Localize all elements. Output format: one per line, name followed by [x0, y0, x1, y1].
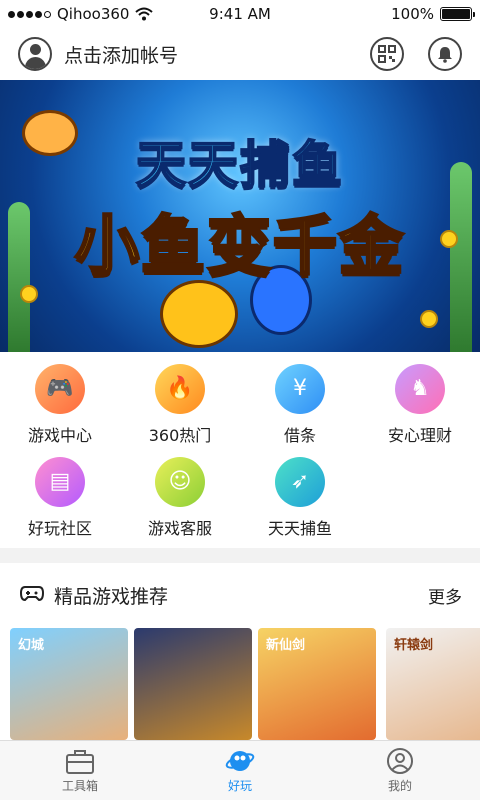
toolbox-icon [66, 750, 94, 774]
shortcut-item[interactable]: ☺ 游戏客服 [120, 457, 240, 539]
banner-slogan: 小鱼变千金 [74, 209, 405, 286]
status-right: 100% [391, 5, 475, 23]
shortcut-item[interactable]: 🎮 游戏中心 [0, 364, 120, 446]
shortcut-label: 360热门 [148, 426, 212, 445]
game-card-title: 轩辕剑 [394, 638, 434, 653]
game-card-title: 新仙剑 [266, 638, 306, 653]
game-card[interactable] [134, 628, 252, 740]
planet-icon [225, 751, 255, 771]
user-avatar-icon[interactable] [18, 37, 52, 71]
profile-icon [387, 748, 413, 774]
yellow-fish-decoration [160, 280, 238, 348]
tab-label: 我的 [387, 779, 412, 793]
qr-code-button[interactable] [370, 37, 404, 71]
icon-glyph: 🔥 [166, 376, 194, 401]
gamepad-outline-icon [20, 586, 44, 602]
banner-title: 天天捕鱼 [135, 135, 344, 195]
horse-icon: ♞ [395, 364, 445, 414]
shortcut-item[interactable]: ♞ 安心理财 [360, 364, 480, 446]
rocket-icon: ➶ [275, 457, 325, 507]
tab-bar: 工具箱 好玩 我的 [0, 740, 480, 800]
tab-fun[interactable]: 好玩 [160, 741, 320, 800]
tab-mine[interactable]: 我的 [320, 741, 480, 800]
shortcut-label: 好玩社区 [27, 519, 92, 538]
tab-toolbox[interactable]: 工具箱 [0, 741, 160, 800]
add-account-link[interactable]: 点击添加帐号 [64, 41, 178, 68]
battery-percent: 100% [391, 5, 434, 23]
headset-icon: ☺ [155, 457, 205, 507]
qr-code-icon [378, 45, 396, 63]
fire-icon: 🔥 [155, 364, 205, 414]
status-bar: Qihoo360 9:41 AM 100% [0, 0, 480, 28]
icon-glyph: ¥ [293, 376, 307, 401]
game-card-title: 幻城 [18, 638, 45, 653]
yen-icon: ¥ [275, 364, 325, 414]
icon-glyph: ▤ [49, 469, 71, 494]
shortcut-item[interactable]: ▤ 好玩社区 [0, 457, 120, 539]
tab-label: 工具箱 [61, 779, 98, 793]
notification-button[interactable] [428, 37, 462, 71]
battery-fill [442, 9, 470, 19]
shortcut-label: 安心理财 [387, 426, 452, 445]
shortcut-label: 借条 [283, 426, 316, 445]
gamepad-icon: 🎮 [35, 364, 85, 414]
game-card[interactable]: 轩辕剑 [386, 628, 480, 740]
icon-glyph: ☺ [168, 469, 192, 494]
shortcut-label: 游戏客服 [147, 519, 212, 538]
coin-decoration [420, 310, 438, 328]
shortcut-item[interactable]: ➶ 天天捕鱼 [240, 457, 360, 539]
more-link[interactable]: 更多 [428, 583, 462, 608]
game-card[interactable]: 新仙剑 [258, 628, 376, 740]
coin-decoration [20, 285, 38, 303]
recommendation-section: 精品游戏推荐 更多 幻城 新仙剑 轩辕剑 [0, 563, 480, 740]
icon-glyph: ➶ [290, 469, 310, 494]
bell-icon [438, 47, 452, 63]
shortcut-label: 游戏中心 [27, 426, 92, 445]
icon-glyph: ♞ [410, 376, 430, 401]
tab-label: 好玩 [227, 779, 252, 793]
icon-glyph: 🎮 [46, 376, 74, 401]
shortcut-grid: 🎮 游戏中心 🔥 360热门 ¥ 借条 ♞ 安心理财 ▤ 好玩社区 ☺ 游戏客服 ➶ 天天捕鱼 [0, 352, 480, 548]
shortcut-item[interactable]: ¥ 借条 [240, 364, 360, 446]
shortcut-item[interactable]: 🔥 360热门 [120, 364, 240, 446]
newspaper-icon: ▤ [35, 457, 85, 507]
battery-icon [440, 7, 475, 21]
shortcut-label: 天天捕鱼 [267, 519, 332, 538]
header-bar: 点击添加帐号 [0, 28, 480, 80]
game-card[interactable]: 幻城 [10, 628, 128, 740]
promo-banner[interactable]: 天天捕鱼 小鱼变千金 [0, 80, 480, 352]
recommendation-title: 精品游戏推荐 [54, 586, 169, 608]
